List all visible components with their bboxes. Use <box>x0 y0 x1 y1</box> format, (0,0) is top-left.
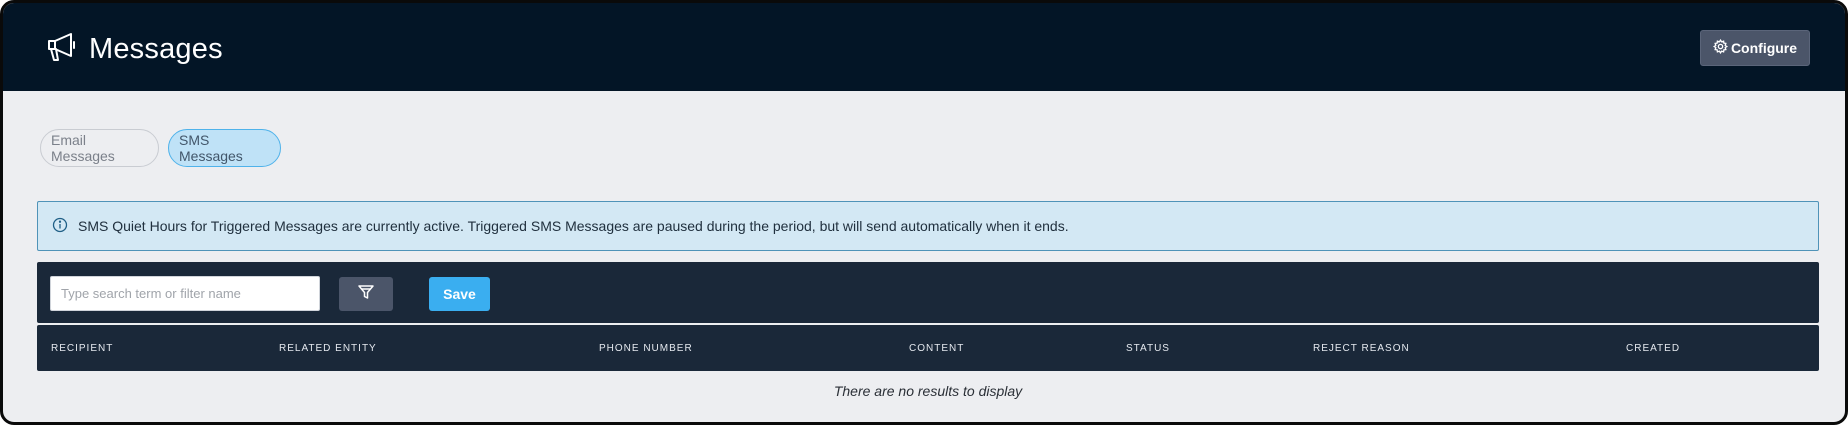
filter-icon <box>357 283 375 306</box>
column-header-content[interactable]: CONTENT <box>909 325 964 371</box>
title-group: Messages <box>45 30 223 69</box>
empty-results-message: There are no results to display <box>833 383 1023 399</box>
column-header-status[interactable]: STATUS <box>1126 325 1170 371</box>
info-icon <box>52 217 78 236</box>
tab-email-messages[interactable]: Email Messages <box>40 129 159 167</box>
column-header-related-entity[interactable]: RELATED ENTITY <box>279 325 377 371</box>
alert-text: SMS Quiet Hours for Triggered Messages a… <box>78 218 1069 234</box>
column-header-recipient[interactable]: RECIPIENT <box>51 325 113 371</box>
search-input[interactable] <box>50 276 320 311</box>
column-header-phone-number[interactable]: PHONE NUMBER <box>599 325 693 371</box>
message-type-tabs: Email Messages SMS Messages <box>40 129 290 167</box>
quiet-hours-alert: SMS Quiet Hours for Triggered Messages a… <box>37 201 1819 251</box>
page-header: Messages Configure <box>3 3 1845 91</box>
gear-icon <box>1712 38 1731 57</box>
app-window: Messages Configure Email Messages SMS Me… <box>0 0 1848 425</box>
configure-label: Configure <box>1730 40 1798 56</box>
page-title: Messages <box>89 33 223 65</box>
megaphone-icon <box>45 30 89 69</box>
column-header-created[interactable]: CREATED <box>1626 325 1680 371</box>
configure-button[interactable]: Configure <box>1700 30 1810 66</box>
tab-sms-messages[interactable]: SMS Messages <box>168 129 281 167</box>
table-header: RECIPIENT RELATED ENTITY PHONE NUMBER CO… <box>37 325 1819 371</box>
filter-button[interactable] <box>339 277 393 311</box>
save-button[interactable]: Save <box>429 277 490 311</box>
column-header-reject-reason[interactable]: REJECT REASON <box>1313 325 1410 371</box>
search-toolbar: Save <box>37 262 1819 323</box>
